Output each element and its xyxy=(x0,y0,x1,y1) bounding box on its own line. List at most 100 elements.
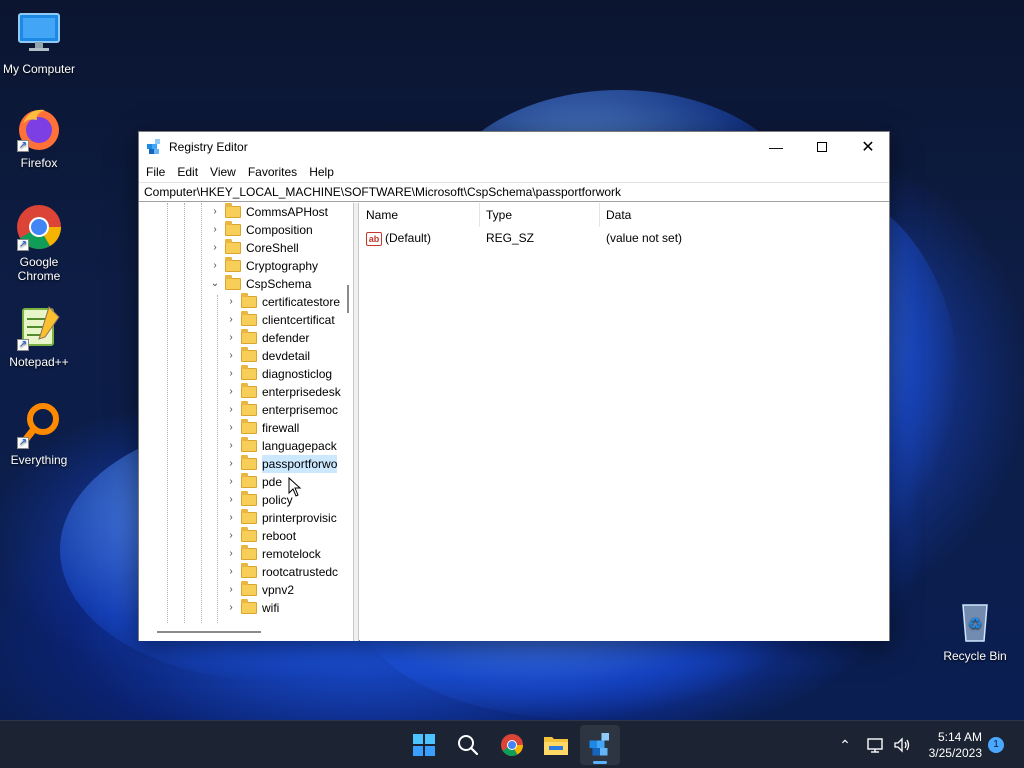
address-bar[interactable]: Computer\HKEY_LOCAL_MACHINE\SOFTWARE\Mic… xyxy=(139,182,889,202)
tree-node[interactable]: › remotelock xyxy=(225,545,321,563)
desktop-icon-label: Everything xyxy=(10,453,68,467)
chevron-right-icon[interactable]: › xyxy=(225,347,237,365)
tree-node-label: enterprisedesk xyxy=(262,385,341,399)
tree-node[interactable]: › CommsAPHost xyxy=(209,203,328,221)
chevron-right-icon[interactable]: › xyxy=(225,437,237,455)
tree-node[interactable]: › policy xyxy=(225,491,293,509)
column-header-name[interactable]: Name xyxy=(360,203,480,227)
chevron-right-icon[interactable]: › xyxy=(209,221,221,239)
tree-node[interactable]: › certificatestore xyxy=(225,293,340,311)
tree-horizontal-scrollbar[interactable] xyxy=(139,623,343,641)
shortcut-arrow-icon: ↗ xyxy=(17,140,29,152)
tree-node[interactable]: › devdetail xyxy=(225,347,310,365)
folder-icon xyxy=(241,293,257,308)
tree-vertical-scroll-thumb[interactable] xyxy=(347,285,349,313)
tree-node-label: enterprisemoc xyxy=(262,403,339,417)
chevron-right-icon[interactable]: › xyxy=(225,365,237,383)
chevron-down-icon[interactable]: ⌄ xyxy=(209,275,221,293)
pane-splitter[interactable] xyxy=(354,203,359,641)
tree-node[interactable]: › enterprisemoc xyxy=(225,401,338,419)
desktop-icon-google-chrome[interactable]: ↗ Google Chrome xyxy=(0,203,78,283)
chevron-right-icon[interactable]: › xyxy=(225,509,237,527)
tree-node[interactable]: › diagnosticlog xyxy=(225,365,332,383)
desktop-icon-my-computer[interactable]: My Computer xyxy=(0,10,78,76)
menu-edit[interactable]: Edit xyxy=(171,165,204,179)
title-bar[interactable]: Registry Editor — ✕ xyxy=(139,132,889,162)
chevron-right-icon[interactable]: › xyxy=(225,581,237,599)
desktop-icon-label: Google Chrome xyxy=(17,255,61,283)
start-button[interactable] xyxy=(404,725,444,765)
chevron-right-icon[interactable]: › xyxy=(209,239,221,257)
chevron-right-icon[interactable]: › xyxy=(225,401,237,419)
tree-node[interactable]: › clientcertificat xyxy=(225,311,335,329)
network-button[interactable] xyxy=(864,721,888,768)
tree-node[interactable]: › enterprisedesk xyxy=(225,383,341,401)
tree-node[interactable]: › firewall xyxy=(225,419,299,437)
chevron-right-icon[interactable]: › xyxy=(225,599,237,617)
taskbar-registry-editor-button[interactable] xyxy=(580,725,620,765)
tree-node-label: rootcatrustedc xyxy=(262,565,339,579)
tree-node[interactable]: › printerprovisic xyxy=(225,509,337,527)
tree-node[interactable]: › reboot xyxy=(225,527,296,545)
show-hidden-icons-button[interactable]: ⌃ xyxy=(834,721,856,768)
tree-node[interactable]: › wifi xyxy=(225,599,279,617)
chevron-right-icon[interactable]: › xyxy=(225,419,237,437)
tree-node[interactable]: › Composition xyxy=(209,221,313,239)
minimize-button[interactable]: — xyxy=(753,132,799,162)
chevron-right-icon[interactable]: › xyxy=(209,257,221,275)
menu-file[interactable]: File xyxy=(140,165,171,179)
tree-node[interactable]: › vpnv2 xyxy=(225,581,294,599)
tree-horizontal-scroll-thumb[interactable] xyxy=(157,631,261,633)
chevron-right-icon[interactable]: › xyxy=(225,455,237,473)
desktop-icon-notepad-plus-plus[interactable]: ↗ Notepad++ xyxy=(0,303,78,369)
tree-node[interactable]: › rootcatrustedc xyxy=(225,563,338,581)
value-type: REG_SZ xyxy=(486,231,535,245)
tree-node-label: CoreShell xyxy=(246,241,299,255)
chevron-right-icon[interactable]: › xyxy=(225,545,237,563)
chevron-right-icon[interactable]: › xyxy=(225,473,237,491)
tree-node[interactable]: ⌄ CspSchema xyxy=(209,275,311,293)
chevron-right-icon[interactable]: › xyxy=(225,527,237,545)
close-button[interactable]: ✕ xyxy=(845,132,891,162)
volume-button[interactable] xyxy=(890,721,914,768)
values-list-pane[interactable]: Name Type Data ab (Default) REG_SZ (value… xyxy=(360,203,889,641)
menu-favorites[interactable]: Favorites xyxy=(242,165,303,179)
tree-node-label: reboot xyxy=(262,529,297,543)
chevron-right-icon[interactable]: › xyxy=(225,311,237,329)
maximize-button[interactable] xyxy=(799,132,845,162)
desktop-icon-firefox[interactable]: ↗ Firefox xyxy=(0,104,78,170)
menu-view[interactable]: View xyxy=(204,165,242,179)
folder-icon xyxy=(241,383,257,398)
running-indicator xyxy=(593,761,607,764)
monitor-icon xyxy=(15,10,63,58)
column-header-type[interactable]: Type xyxy=(480,203,600,227)
tree-vertical-scrollbar[interactable] xyxy=(343,203,353,623)
registry-editor-window[interactable]: Registry Editor — ✕ File Edit View Favor… xyxy=(138,131,890,641)
menu-help[interactable]: Help xyxy=(303,165,340,179)
key-tree-pane[interactable]: › CommsAPHost › Composition › CoreShell › Crypt… xyxy=(139,203,354,641)
chevron-right-icon[interactable]: › xyxy=(225,329,237,347)
tree-node[interactable]: › pde xyxy=(225,473,282,491)
chevron-right-icon[interactable]: › xyxy=(209,203,221,221)
notification-badge[interactable]: 1 xyxy=(988,737,1004,753)
chevron-right-icon[interactable]: › xyxy=(225,383,237,401)
tree-node[interactable]: › languagepack xyxy=(225,437,337,455)
chevron-right-icon[interactable]: › xyxy=(225,293,237,311)
tree-node[interactable]: › Cryptography xyxy=(209,257,318,275)
tree-node[interactable]: › passportforwo xyxy=(225,455,338,473)
taskbar-chrome-button[interactable] xyxy=(492,725,532,765)
chrome-icon xyxy=(501,734,523,756)
chevron-right-icon[interactable]: › xyxy=(225,491,237,509)
taskbar-file-explorer-button[interactable] xyxy=(536,725,576,765)
desktop-icon-recycle-bin[interactable]: ♻ Recycle Bin xyxy=(936,597,1014,663)
search-button[interactable] xyxy=(448,725,488,765)
tree-node[interactable]: › CoreShell xyxy=(209,239,299,257)
tree-node[interactable]: › defender xyxy=(225,329,309,347)
column-header-data[interactable]: Data xyxy=(600,203,889,227)
value-row[interactable]: ab (Default) REG_SZ (value not set) xyxy=(360,228,889,248)
folder-icon xyxy=(241,347,257,362)
clock[interactable]: 5:14 AM 3/25/2023 xyxy=(929,729,982,761)
string-value-icon: ab xyxy=(366,231,382,246)
desktop-icon-everything[interactable]: ↗ Everything xyxy=(0,401,78,467)
chevron-right-icon[interactable]: › xyxy=(225,563,237,581)
